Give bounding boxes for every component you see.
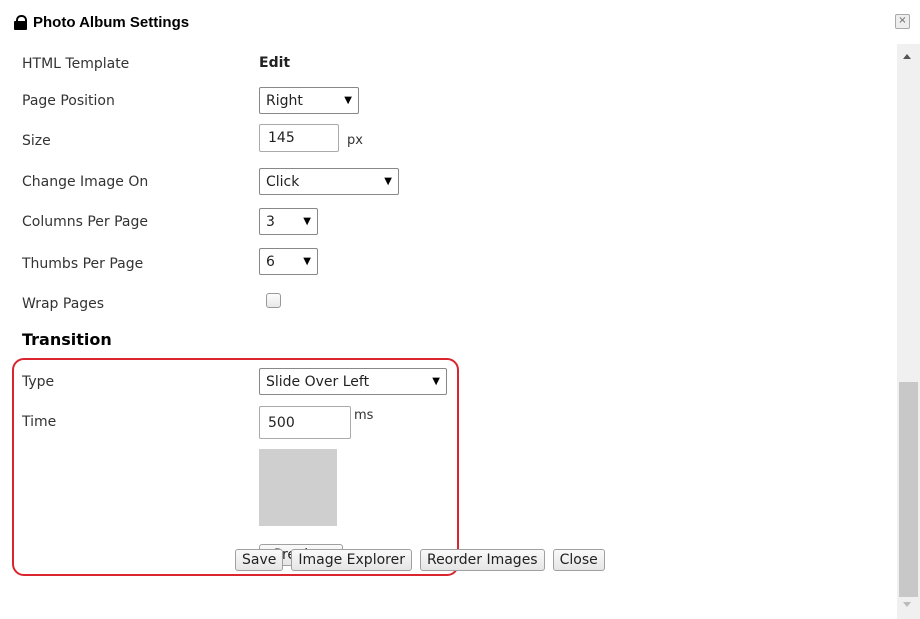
row-html-template: HTML Template <box>22 50 129 78</box>
change-image-on-label: Change Image On <box>22 174 149 190</box>
transition-preview-area <box>259 449 337 526</box>
columns-per-page-select[interactable]: 3 ▼ <box>259 208 318 235</box>
transition-time-input[interactable]: 500 <box>259 406 351 439</box>
settings-panel: HTML Template Edit Page Position Right ▼… <box>0 44 897 619</box>
size-label: Size <box>22 133 51 149</box>
edit-template-link[interactable]: Edit <box>259 55 290 71</box>
scroll-up-icon[interactable] <box>903 54 911 59</box>
page-position-label: Page Position <box>22 93 115 109</box>
dialog-footer: Save Image Explorer Reorder Images Close <box>235 549 605 571</box>
lock-icon <box>14 15 27 30</box>
wrap-pages-label: Wrap Pages <box>22 296 105 312</box>
transition-type-select[interactable]: Slide Over Left ▼ <box>259 368 447 395</box>
dialog-titlebar: Photo Album Settings × <box>0 0 920 44</box>
transition-heading: Transition <box>22 330 112 349</box>
row-size: Size <box>22 127 51 155</box>
dialog-title-text: Photo Album Settings <box>33 14 190 31</box>
image-explorer-button[interactable]: Image Explorer <box>291 549 412 571</box>
dialog-title: Photo Album Settings <box>14 14 189 31</box>
transition-type-label: Type <box>22 374 55 390</box>
columns-per-page-value: 3 <box>266 213 275 230</box>
vertical-scrollbar[interactable] <box>897 44 920 619</box>
page-position-value: Right <box>266 92 303 109</box>
row-transition-type: Type <box>22 368 54 396</box>
row-columns-per-page: Columns Per Page <box>22 208 148 236</box>
row-page-position: Page Position <box>22 87 115 115</box>
page-position-select[interactable]: Right ▼ <box>259 87 359 114</box>
close-icon[interactable]: × <box>895 14 910 29</box>
thumbs-per-page-value: 6 <box>266 253 275 270</box>
thumbs-per-page-select[interactable]: 6 ▼ <box>259 248 318 275</box>
scrollbar-thumb[interactable] <box>899 382 918 597</box>
wrap-pages-checkbox[interactable] <box>266 293 281 308</box>
row-change-image-on: Change Image On <box>22 168 148 196</box>
save-button[interactable]: Save <box>235 549 284 571</box>
dropdown-arrow-icon: ▼ <box>344 95 352 106</box>
reorder-images-button[interactable]: Reorder Images <box>419 549 545 571</box>
dropdown-arrow-icon: ▼ <box>384 176 392 187</box>
row-transition-time: Time <box>22 408 56 436</box>
html-template-label: HTML Template <box>22 56 130 72</box>
transition-time-label: Time <box>22 414 57 430</box>
size-input[interactable]: 145 <box>259 124 339 152</box>
size-unit: px <box>347 133 363 148</box>
scroll-down-icon[interactable] <box>903 602 911 607</box>
dropdown-arrow-icon: ▼ <box>303 256 311 267</box>
transition-time-unit: ms <box>354 408 374 423</box>
change-image-on-value: Click <box>266 173 300 190</box>
dropdown-arrow-icon: ▼ <box>303 216 311 227</box>
transition-type-value: Slide Over Left <box>266 373 370 390</box>
row-wrap-pages: Wrap Pages <box>22 290 104 318</box>
columns-per-page-label: Columns Per Page <box>22 214 149 230</box>
close-button[interactable]: Close <box>552 549 605 571</box>
thumbs-per-page-label: Thumbs Per Page <box>22 256 144 272</box>
row-thumbs-per-page: Thumbs Per Page <box>22 250 143 278</box>
dropdown-arrow-icon: ▼ <box>432 376 440 387</box>
change-image-on-select[interactable]: Click ▼ <box>259 168 399 195</box>
